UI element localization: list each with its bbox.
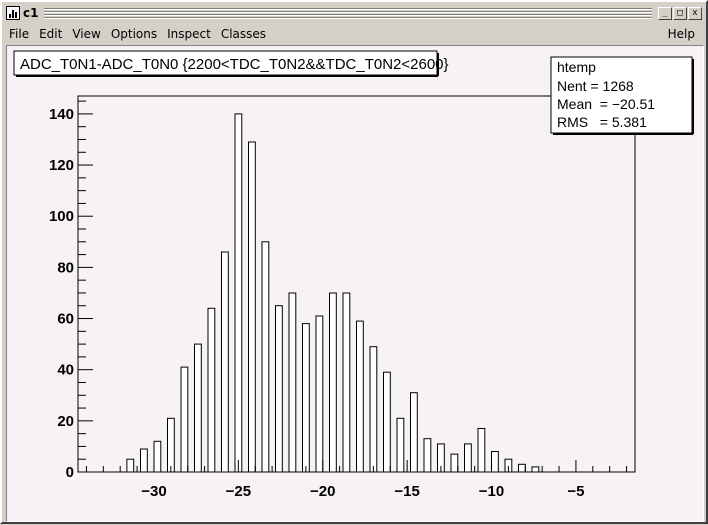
stats-nent: Nent = 1268 (557, 78, 634, 94)
close-icon: x (692, 7, 698, 18)
histogram-bar (194, 343, 202, 473)
histogram-bar (140, 448, 148, 473)
title-bar-stripes (44, 7, 652, 19)
histogram-bar (464, 443, 472, 473)
histogram-bar (356, 320, 364, 473)
histogram-plot[interactable]: −30 −25 −20 −15 −10 −5 0 20 40 60 80 100 120 140 ADC… (7, 46, 703, 521)
histogram-bar (234, 113, 243, 473)
close-button[interactable]: x (688, 6, 702, 20)
histogram-bar (288, 292, 297, 473)
y-tick-label: 60 (57, 311, 74, 328)
histogram-bar (248, 141, 256, 473)
histogram-bar (302, 323, 310, 473)
histogram-bar (477, 428, 486, 473)
stats-title: htemp (557, 59, 596, 75)
menu-inspect[interactable]: Inspect (162, 27, 216, 41)
histogram-bar (491, 451, 499, 473)
x-tick-label: −10 (479, 483, 504, 500)
histogram-bar (383, 371, 391, 473)
maximize-button[interactable]: □ (673, 6, 687, 20)
menu-classes[interactable]: Classes (216, 27, 271, 41)
y-tick-label: 120 (49, 157, 74, 174)
x-tick-label: −5 (567, 483, 584, 500)
minimize-button[interactable]: _ (658, 6, 672, 20)
menu-help[interactable]: Help (663, 27, 700, 41)
histogram-bar (126, 458, 135, 473)
x-tick-label: −20 (310, 483, 335, 500)
histogram-bar (180, 366, 189, 473)
window-title: c1 (23, 6, 39, 20)
x-tick-label: −30 (141, 483, 166, 500)
histogram-bar (275, 305, 283, 473)
y-tick-label: 0 (66, 464, 74, 481)
y-axis: 0 20 40 60 80 100 120 140 (49, 100, 93, 481)
canvas-area[interactable]: −30 −25 −20 −15 −10 −5 0 20 40 60 80 100 120 140 ADC… (6, 45, 704, 522)
title-bar[interactable]: c1 _ □ x (4, 4, 704, 22)
histogram-bar (153, 440, 162, 473)
histogram-bar (261, 241, 270, 473)
menu-view[interactable]: View (67, 27, 105, 41)
histogram-bar (518, 463, 526, 473)
y-tick-label: 140 (49, 106, 74, 123)
histogram-title: ADC_T0N1-ADC_T0N0 {2200<TDC_T0N2&&TDC_T0… (20, 56, 449, 73)
menu-file[interactable]: File (4, 27, 34, 41)
maximize-icon: □ (677, 7, 683, 18)
x-tick-label: −15 (394, 483, 419, 500)
histogram-bar (315, 315, 324, 473)
y-tick-label: 100 (49, 208, 74, 225)
histogram-bar (531, 466, 540, 473)
histogram-bar (369, 346, 378, 473)
y-tick-label: 80 (57, 259, 74, 276)
histogram-bar (450, 453, 459, 473)
root-canvas-icon (6, 6, 20, 20)
histogram-bar (423, 438, 432, 473)
histogram-bar (342, 292, 351, 473)
minimize-icon: _ (662, 7, 668, 18)
stats-rms: RMS = 5.381 (557, 114, 647, 130)
y-tick-label: 20 (57, 413, 74, 430)
y-tick-label: 40 (57, 362, 74, 379)
histogram-bars (126, 113, 540, 473)
stats-box[interactable]: htemp Nent = 1268 Mean = −20.51 RMS = 5.… (550, 56, 694, 135)
histogram-bar (410, 392, 418, 473)
histogram-bar (167, 417, 175, 473)
histogram-bar (221, 251, 229, 473)
histogram-title-box[interactable]: ADC_T0N1-ADC_T0N0 {2200<TDC_T0N2&&TDC_T0… (13, 50, 449, 77)
root-window: c1 _ □ x File Edit View Options Inspect … (0, 0, 708, 524)
histogram-bar (396, 417, 405, 473)
stats-mean: Mean = −20.51 (557, 96, 655, 112)
menu-bar: File Edit View Options Inspect Classes H… (4, 24, 704, 44)
x-tick-label: −25 (226, 483, 251, 500)
menu-edit[interactable]: Edit (34, 27, 67, 41)
histogram-bar (207, 307, 216, 473)
histogram-bar (329, 292, 337, 473)
menu-options[interactable]: Options (106, 27, 162, 41)
